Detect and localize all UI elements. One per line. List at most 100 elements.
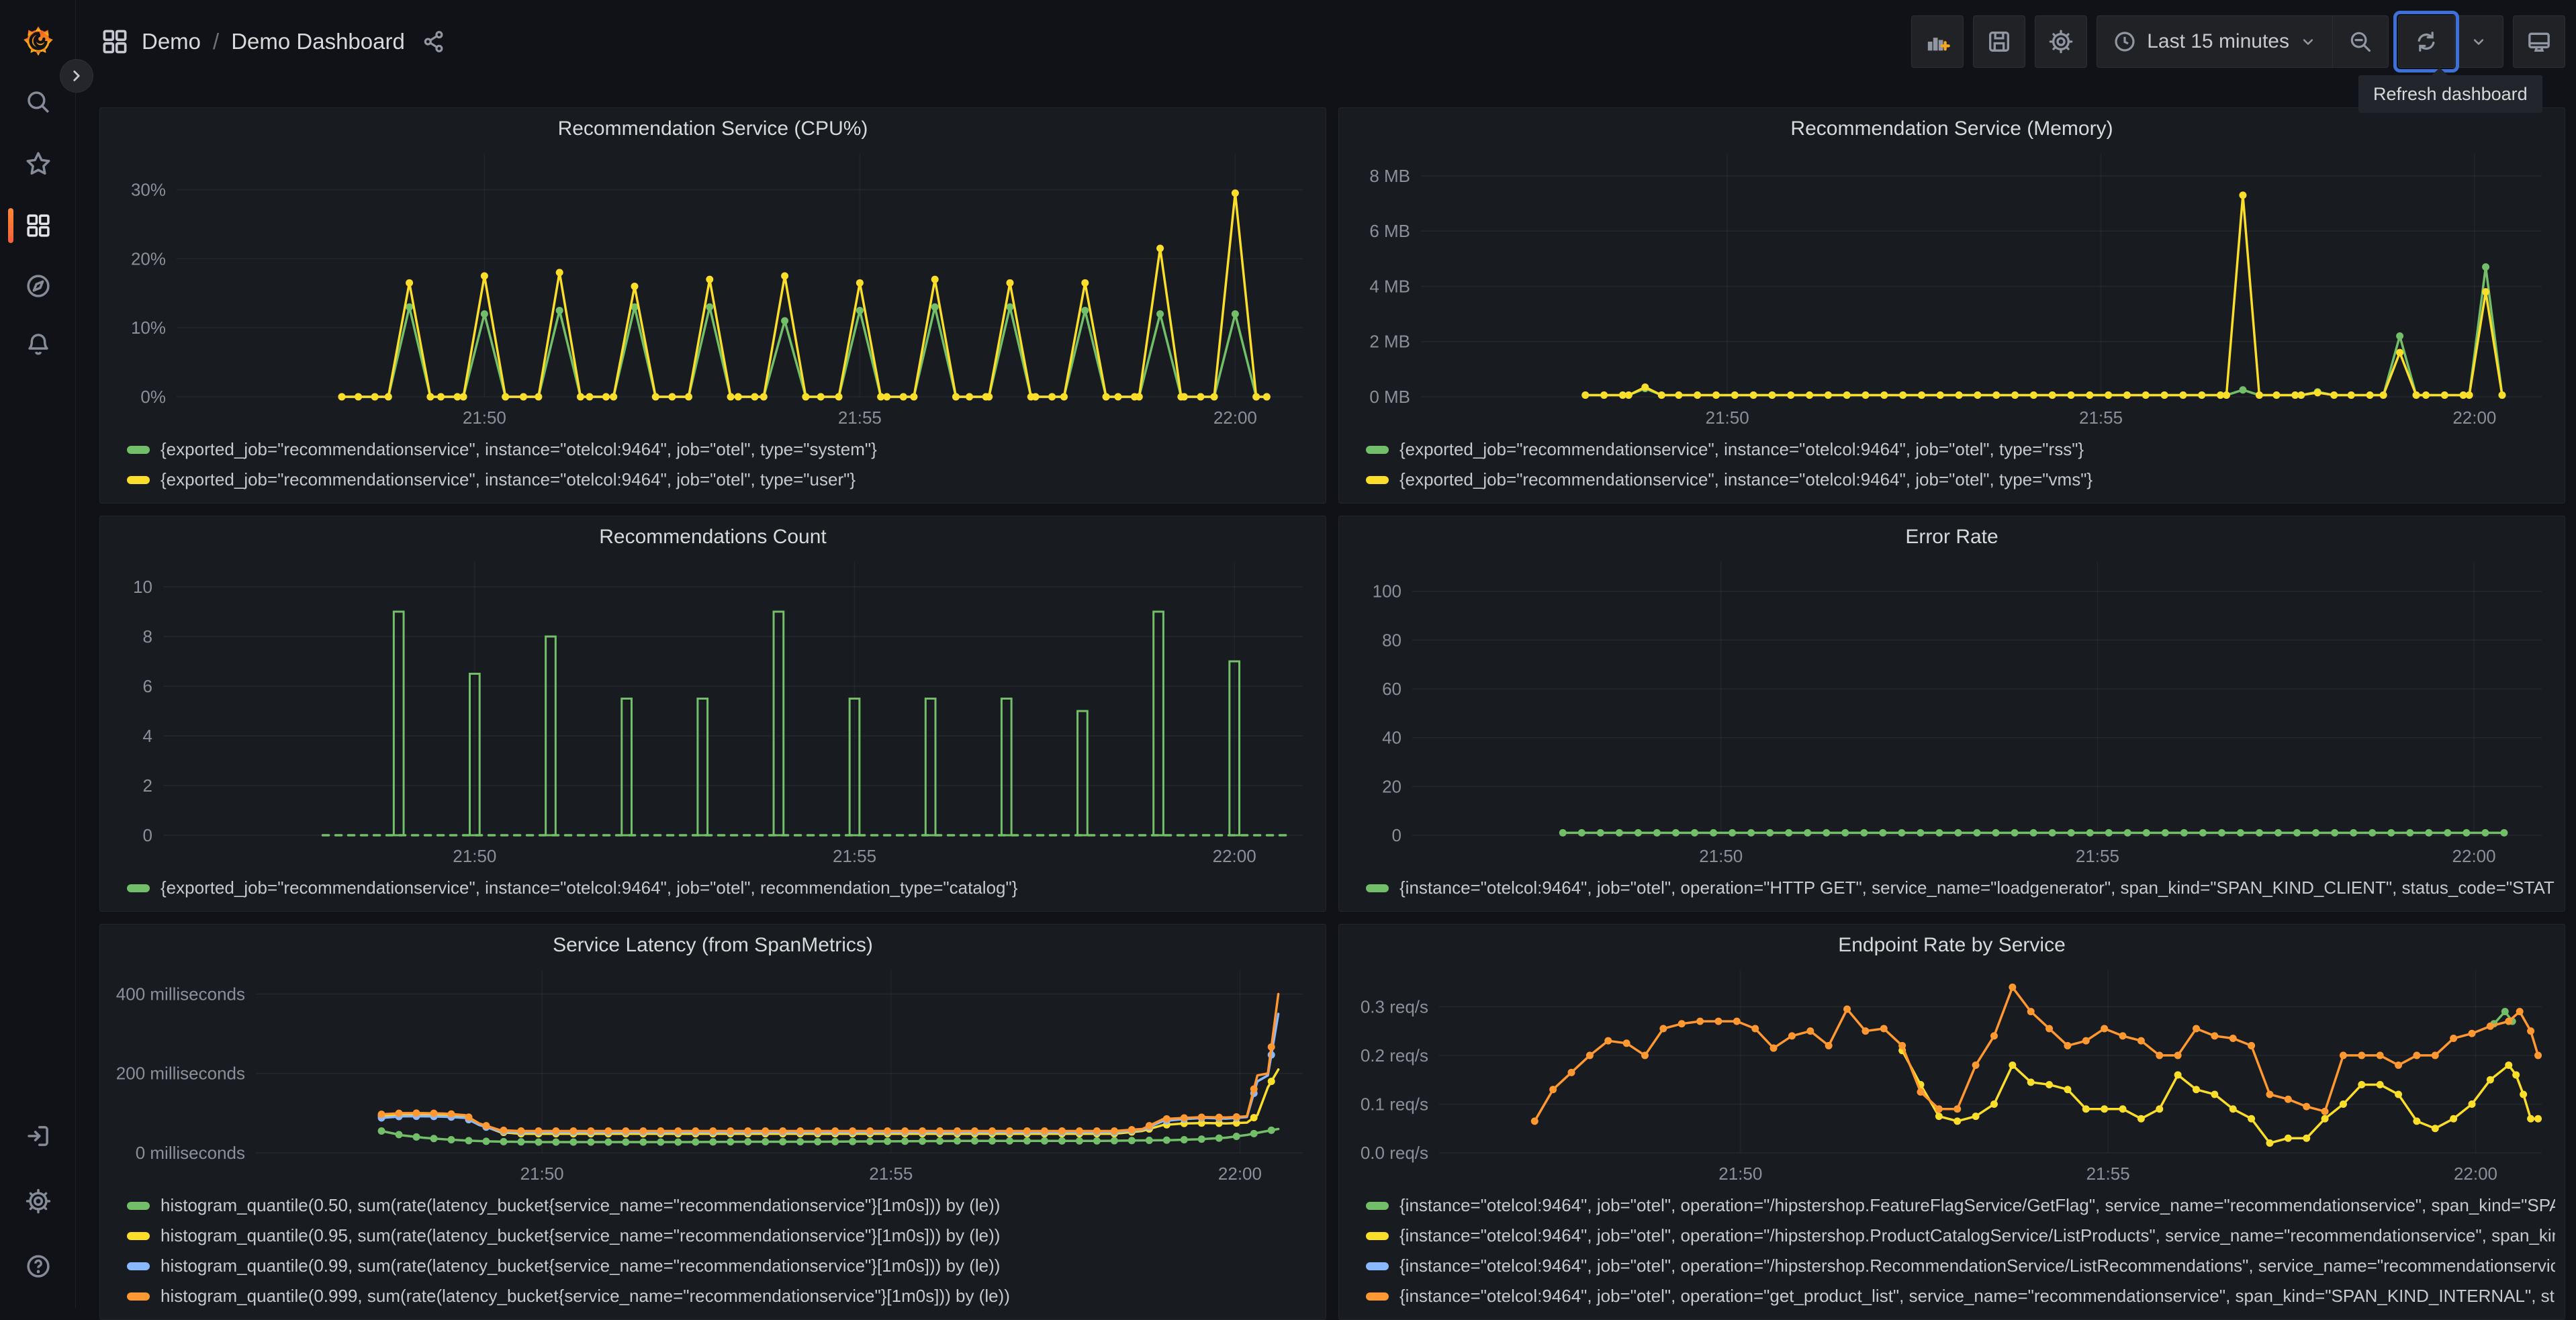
svg-text:80: 80 — [1382, 630, 1401, 650]
star-icon — [26, 152, 50, 175]
legend-series-swatch — [1366, 445, 1389, 454]
top-navigation: Demo / Demo Dashboard Last 15 minutes — [76, 0, 2576, 83]
svg-text:0: 0 — [1392, 825, 1401, 845]
chart-canvas[interactable]: 21:50 21:55 22:00 0.0 req/s 0.1 req/s 0.2 req… — [1348, 961, 2555, 1188]
legend-item[interactable]: histogram_quantile(0.50, sum(rate(latenc… — [127, 1190, 1316, 1221]
explore-compass-icon — [26, 275, 50, 297]
chevron-right-icon — [73, 70, 80, 81]
panel-title: Recommendation Service (Memory) — [1790, 117, 2113, 140]
svg-text:2: 2 — [143, 775, 152, 796]
svg-text:0 MB: 0 MB — [1369, 387, 1410, 407]
panel-header[interactable]: Recommendations Count — [109, 522, 1316, 553]
legend-series-swatch — [1366, 884, 1389, 892]
legend: {exported_job="recommendationservice", i… — [1348, 432, 2555, 496]
refresh-dashboard-button[interactable] — [2393, 10, 2459, 73]
panel-endpoint-rate-by-service: Endpoint Rate by Service 21:50 21:55 22:00… — [1338, 924, 2565, 1320]
legend-series-swatch — [1366, 1231, 1389, 1240]
zoom-out-time-range-button[interactable] — [2332, 15, 2388, 67]
panel-header[interactable]: Service Latency (from SpanMetrics) — [109, 930, 1316, 961]
panel-title: Error Rate — [1905, 526, 1998, 548]
grafana-logo[interactable] — [0, 20, 76, 60]
svg-text:20%: 20% — [131, 248, 166, 269]
save-dashboard-button[interactable] — [1973, 15, 2026, 68]
sidebar-item-dashboards[interactable] — [0, 205, 76, 246]
sidebar-item-starred[interactable] — [0, 144, 76, 184]
sidebar-item-sign-in[interactable] — [0, 1116, 76, 1156]
svg-text:21:55: 21:55 — [2079, 408, 2123, 428]
svg-text:21:50: 21:50 — [453, 846, 496, 866]
legend-item-label: {exported_job="recommendationservice", i… — [1399, 439, 2084, 459]
svg-text:4 MB: 4 MB — [1369, 276, 1410, 296]
panel-recommendation-service-memory: Recommendation Service (Memory) 21:50 21:… — [1338, 107, 2565, 504]
sidebar-item-explore[interactable] — [0, 266, 76, 306]
chart-canvas[interactable]: 21:50 21:55 22:00 0% 10% 20% 30% — [109, 144, 1316, 432]
grafana-logo-icon — [23, 26, 53, 56]
legend-item[interactable]: {instance="otelcol:9464", job="otel", op… — [1366, 1190, 2555, 1221]
dashboard-toolbar: Last 15 minutes — [1911, 10, 2565, 73]
svg-text:40: 40 — [1382, 728, 1401, 748]
breadcrumb-section[interactable]: Demo — [142, 29, 201, 54]
panel-header[interactable]: Recommendation Service (CPU%) — [109, 113, 1316, 144]
legend-item[interactable]: histogram_quantile(0.95, sum(rate(latenc… — [127, 1221, 1316, 1251]
help-icon — [26, 1255, 50, 1278]
legend-item[interactable]: {instance="otelcol:9464", job="otel", op… — [1366, 1221, 2555, 1251]
add-panel-button[interactable] — [1911, 15, 1964, 68]
active-indicator — [8, 208, 13, 243]
legend-item[interactable]: {instance="otelcol:9464", job="otel", op… — [1366, 873, 2555, 903]
panel-title: Endpoint Rate by Service — [1838, 934, 2066, 956]
svg-text:10%: 10% — [131, 318, 166, 338]
save-floppy-icon — [1989, 31, 2010, 52]
add-panel-graph-icon — [1928, 37, 1951, 51]
settings-gear-icon — [2049, 30, 2073, 53]
sidebar-item-help[interactable] — [0, 1246, 76, 1286]
share-icon[interactable] — [421, 29, 447, 54]
dashboard-panel-grid: Recommendation Service (CPU%) 21:50 21:55… — [99, 107, 2565, 1320]
chevron-down-icon — [2473, 38, 2484, 45]
legend-item[interactable]: {exported_job="recommendationservice", i… — [127, 434, 1316, 465]
chart-canvas[interactable]: 21:50 21:55 22:00 0 milliseconds 200 millise… — [109, 961, 1316, 1188]
svg-text:21:55: 21:55 — [2086, 1164, 2130, 1184]
breadcrumb-page-title[interactable]: Demo Dashboard — [231, 29, 405, 54]
svg-text:0: 0 — [143, 825, 152, 845]
sidebar-item-alerting[interactable] — [0, 324, 76, 364]
panel-recommendations-count: Recommendations Count 21:50 21:55 22:00 0 2 4… — [99, 516, 1326, 912]
svg-text:8 MB: 8 MB — [1369, 166, 1410, 186]
panel-header[interactable]: Recommendation Service (Memory) — [1348, 113, 2555, 144]
legend-item[interactable]: {exported_job="recommendationservice", i… — [127, 465, 1316, 495]
cycle-view-mode-button[interactable] — [2513, 15, 2565, 68]
svg-text:0%: 0% — [140, 387, 166, 407]
legend-item[interactable]: {exported_job="recommendationservice", i… — [1366, 465, 2555, 495]
legend-item-label: histogram_quantile(0.999, sum(rate(laten… — [160, 1286, 1010, 1306]
dashboard-settings-button[interactable] — [2035, 15, 2088, 68]
chart-canvas[interactable]: 21:50 21:55 22:00 0 20 40 60 80 100 — [1348, 553, 2555, 870]
legend-item[interactable]: {exported_job="recommendationservice", i… — [127, 873, 1316, 903]
chart-canvas[interactable]: 21:50 21:55 22:00 0 MB 2 MB 4 MB 6 MB 8 MB — [1348, 144, 2555, 432]
time-picker-group: Last 15 minutes — [2097, 15, 2389, 68]
expand-sidebar-button[interactable] — [60, 59, 93, 93]
svg-text:30%: 30% — [131, 179, 166, 199]
legend-item[interactable]: {instance="otelcol:9464", job="otel", op… — [1366, 1251, 2555, 1281]
svg-text:21:55: 21:55 — [2076, 846, 2119, 866]
legend-item[interactable]: histogram_quantile(0.99, sum(rate(latenc… — [127, 1251, 1316, 1281]
panel-header[interactable]: Endpoint Rate by Service — [1348, 930, 2555, 961]
legend-item[interactable]: {exported_job="recommendationservice", i… — [1366, 434, 2555, 465]
legend-item[interactable]: histogram_quantile(0.999, sum(rate(laten… — [127, 1281, 1316, 1311]
clock-icon — [2115, 31, 2135, 52]
legend-item[interactable]: {instance="otelcol:9464", job="otel", op… — [1366, 1281, 2555, 1311]
svg-text:21:50: 21:50 — [520, 1164, 564, 1184]
time-range-picker[interactable]: Last 15 minutes — [2097, 16, 2332, 67]
breadcrumb-separator: / — [213, 28, 220, 54]
panel-header[interactable]: Error Rate — [1348, 522, 2555, 553]
refresh-group — [2393, 10, 2503, 73]
refresh-interval-dropdown[interactable] — [2454, 15, 2503, 67]
sidebar-item-server-admin[interactable] — [0, 1181, 76, 1221]
svg-text:22:00: 22:00 — [1218, 1164, 1262, 1184]
svg-text:22:00: 22:00 — [2452, 408, 2496, 428]
svg-text:4: 4 — [143, 726, 152, 746]
chart-canvas[interactable]: 21:50 21:55 22:00 0 2 4 6 8 10 — [109, 553, 1316, 870]
svg-text:100: 100 — [1373, 581, 1401, 602]
svg-text:0 milliseconds: 0 milliseconds — [136, 1143, 245, 1163]
chevron-down-icon — [2303, 38, 2313, 45]
legend-item-label: histogram_quantile(0.95, sum(rate(latenc… — [160, 1225, 1001, 1245]
legend-item-label: histogram_quantile(0.50, sum(rate(latenc… — [160, 1195, 1001, 1215]
